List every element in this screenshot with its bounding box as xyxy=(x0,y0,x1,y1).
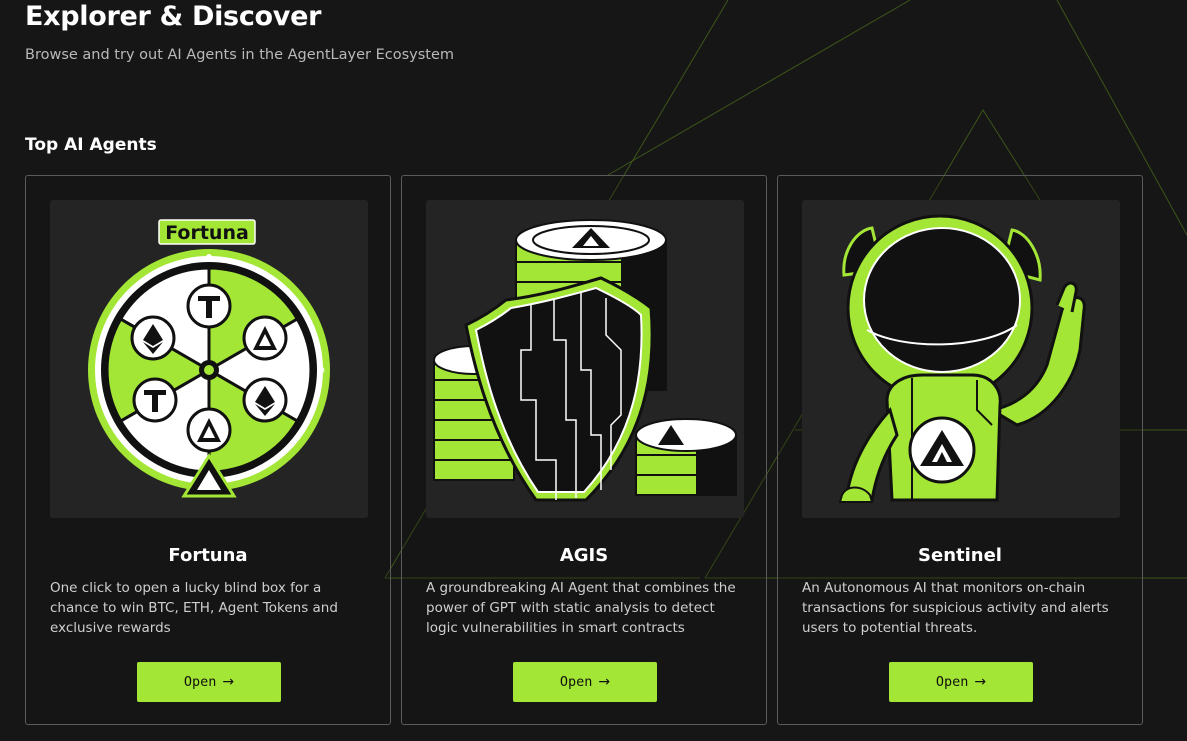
agent-name: Sentinel xyxy=(918,545,1002,566)
agent-card-agis[interactable]: AGIS A groundbreaking AI Agent that comb… xyxy=(401,175,767,725)
agent-description: An Autonomous AI that monitors on-chain … xyxy=(802,580,1109,636)
open-button-fortuna[interactable]: Open → xyxy=(137,662,281,702)
explore-page: Explorer & Discover Browse and try out A… xyxy=(0,0,1187,741)
arrow-right-icon: → xyxy=(598,674,611,690)
fortuna-logo-text: Fortuna xyxy=(165,222,249,244)
section-title: Top AI Agents xyxy=(25,135,157,155)
page-title: Explorer & Discover xyxy=(25,1,322,32)
agent-name: AGIS xyxy=(559,545,609,566)
open-button-sentinel[interactable]: Open → xyxy=(889,662,1033,702)
page-subtitle: Browse and try out AI Agents in the Agen… xyxy=(25,47,454,63)
agent-description: One click to open a lucky blind box for … xyxy=(50,580,338,636)
agis-shield-image xyxy=(426,200,744,518)
agent-description: A groundbreaking AI Agent that combines … xyxy=(426,580,736,636)
arrow-right-icon: → xyxy=(974,674,987,690)
sentinel-robot-image xyxy=(802,200,1120,518)
open-button-label: Open xyxy=(559,674,593,690)
agent-card-sentinel[interactable]: Sentinel An Autonomous AI that monitors … xyxy=(777,175,1143,725)
open-button-label: Open xyxy=(935,674,969,690)
agent-name: Fortuna xyxy=(168,545,248,566)
agent-card-fortuna[interactable]: Fortuna Fortuna One click to open a luck… xyxy=(25,175,391,725)
arrow-right-icon: → xyxy=(222,674,235,690)
open-button-agis[interactable]: Open → xyxy=(513,662,657,702)
fortuna-wheel-image: Fortuna xyxy=(50,200,368,518)
open-button-label: Open xyxy=(183,674,217,690)
